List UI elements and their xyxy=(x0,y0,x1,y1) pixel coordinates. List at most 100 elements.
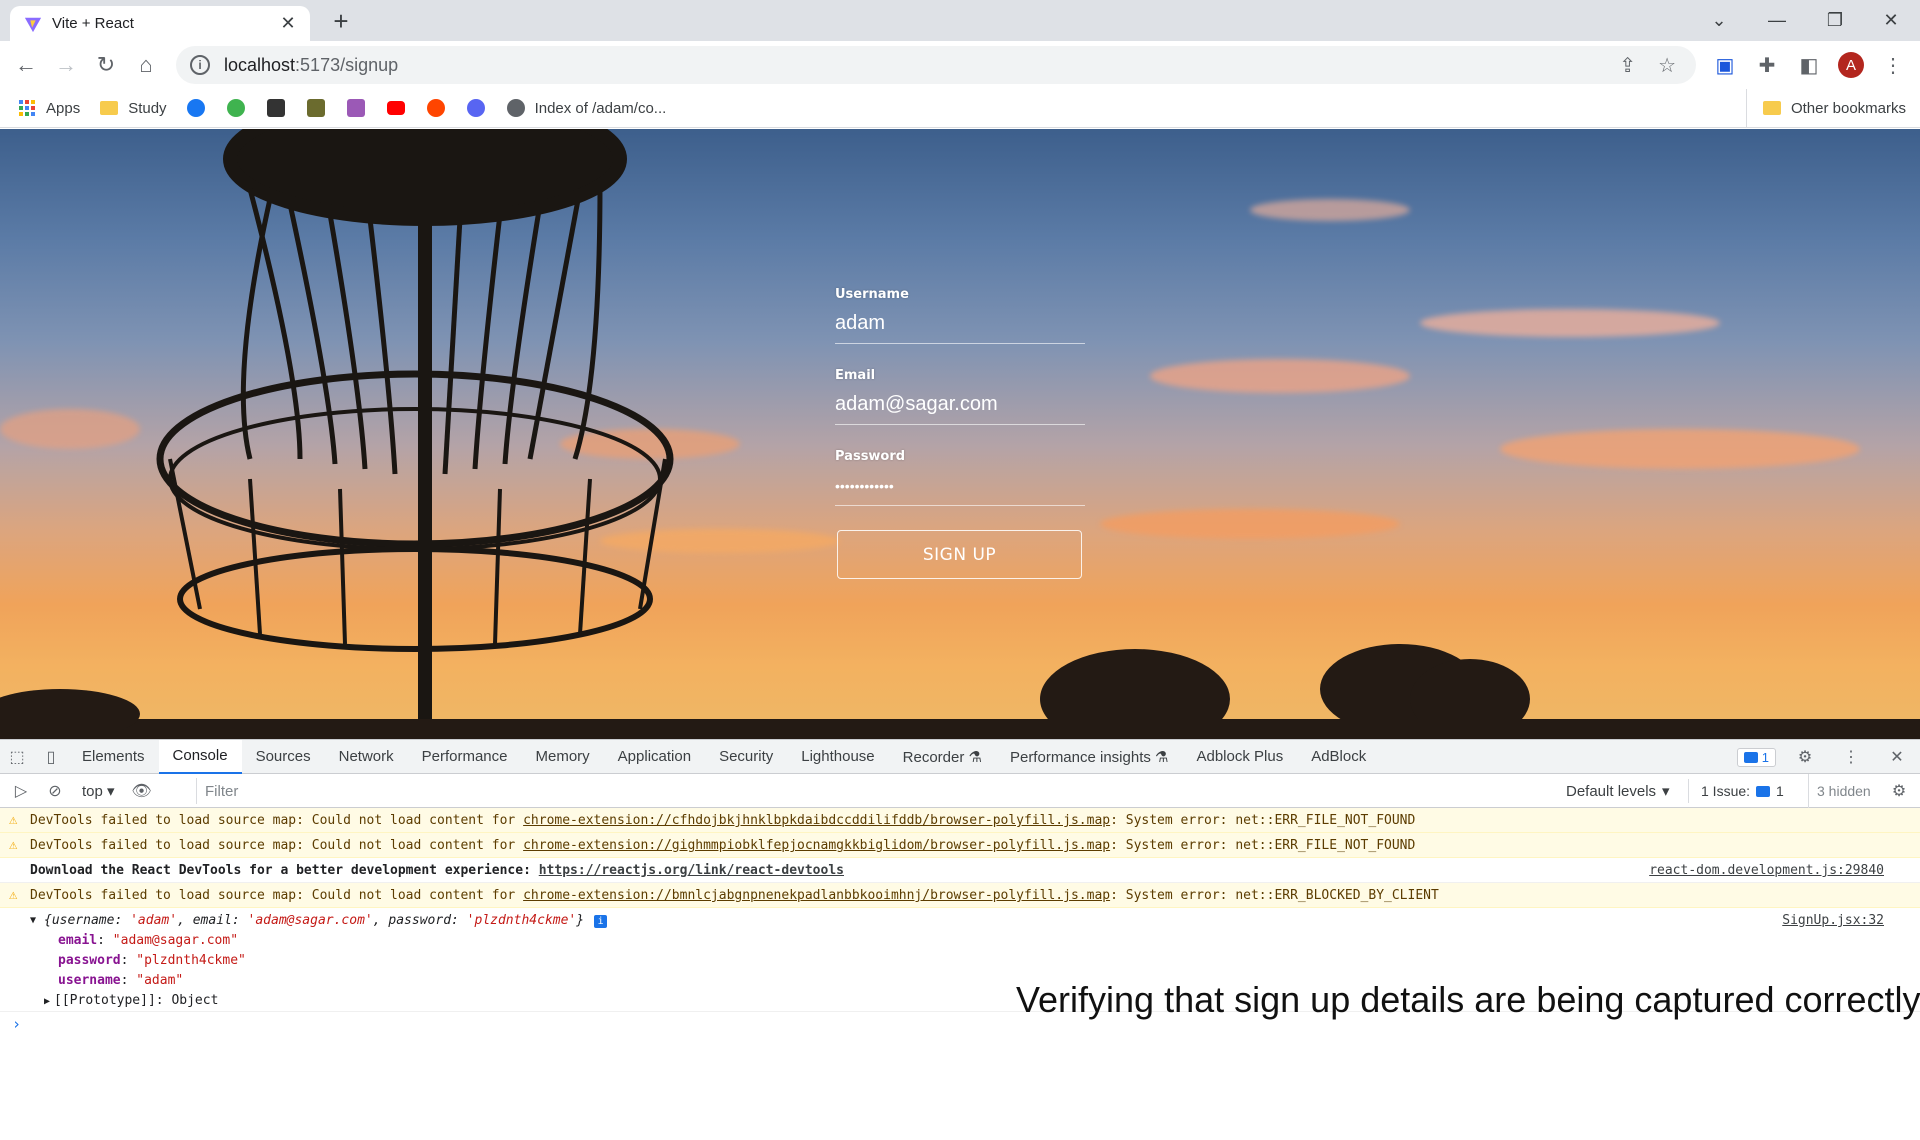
youtube-icon[interactable] xyxy=(386,101,405,115)
username-field-group: Username xyxy=(835,287,1085,368)
reload-icon[interactable]: ↻ xyxy=(86,45,126,85)
site-info-icon[interactable]: i xyxy=(190,55,210,75)
inspect-element-icon[interactable]: ⬚ xyxy=(0,740,34,774)
source-location-link[interactable]: react-dom.development.js:29840 xyxy=(1649,858,1884,883)
source-map-link[interactable]: chrome-extension://gighmmpiobklfepjocnam… xyxy=(523,838,1110,853)
messages-badge[interactable]: 1 xyxy=(1736,747,1776,767)
devtools-tab-sources[interactable]: Sources xyxy=(242,740,325,774)
source-location-link[interactable]: SignUp.jsx:32 xyxy=(1782,911,1884,931)
browser-menu-icon[interactable]: ⋮ xyxy=(1880,52,1906,78)
devtools-panel: ⬚ ▯ Elements Console Sources Network Perform… xyxy=(0,739,1920,1140)
bookmark-study[interactable]: Study xyxy=(100,100,167,117)
property-value: "adam@sagar.com" xyxy=(112,933,239,948)
devtools-tab-console[interactable]: Console xyxy=(158,739,242,774)
email-label: Email xyxy=(835,368,876,383)
facebook-icon[interactable] xyxy=(186,99,205,117)
settings-gear-icon[interactable]: ⚙ xyxy=(1788,740,1822,774)
back-arrow-icon[interactable]: ← xyxy=(6,45,46,85)
password-label: Password xyxy=(835,449,906,464)
browser-tab[interactable]: Vite + React ✕ xyxy=(10,6,310,41)
console-settings-gear-icon[interactable]: ⚙ xyxy=(1882,774,1916,808)
devtools-tabbar: ⬚ ▯ Elements Console Sources Network Perform… xyxy=(0,739,1920,774)
summary-password: 'plzdnth4ckme' xyxy=(466,913,577,928)
property-value: "plzdnth4ckme" xyxy=(136,953,246,968)
bookmark-apps[interactable]: Apps xyxy=(18,99,80,117)
bookmark-index-label: Index of /adam/co... xyxy=(534,99,667,117)
log-levels-dropdown[interactable]: Default levels ▾ xyxy=(1566,774,1670,808)
warning-error: : System error: net::ERR_FILE_NOT_FOUND xyxy=(1110,813,1416,828)
devtools-tab-recorder[interactable]: Recorder ⚗ xyxy=(889,740,996,774)
context-selector[interactable]: top ▾ xyxy=(82,782,115,800)
signup-button[interactable]: SIGN UP xyxy=(837,530,1082,579)
devtools-close-icon[interactable]: ✕ xyxy=(1880,740,1914,774)
console-info: Download the React DevTools for a better… xyxy=(0,858,1920,883)
vite-logo-icon xyxy=(24,17,42,32)
ninja-icon[interactable] xyxy=(306,99,325,117)
devtools-tab-lighthouse[interactable]: Lighthouse xyxy=(787,740,888,774)
vine-icon[interactable] xyxy=(226,99,245,117)
console-toolbar: ▷ ⊘ top ▾ 👁 Filter Default levels ▾ 1 Iss… xyxy=(0,774,1920,808)
screen: Vite + React ✕ + ⌄ — ❐ ✕ ← → ↻ ⌂ i local… xyxy=(0,0,1920,1140)
devtools-tab-application[interactable]: Application xyxy=(604,740,705,774)
issues-button[interactable]: 1 Issue: 1 xyxy=(1688,779,1784,803)
devtools-tab-network[interactable]: Network xyxy=(325,740,408,774)
home-icon[interactable]: ⌂ xyxy=(126,45,166,85)
restore-button[interactable]: ❐ xyxy=(1806,0,1864,41)
devtools-menu-icon[interactable]: ⋮ xyxy=(1834,740,1868,774)
clear-console-icon[interactable]: ⊘ xyxy=(38,774,72,808)
ghost-icon[interactable] xyxy=(266,99,285,117)
forward-arrow-icon[interactable]: → xyxy=(46,45,86,85)
other-bookmarks-label: Other bookmarks xyxy=(1790,99,1906,117)
expand-triangle-icon[interactable]: ▼ xyxy=(30,911,36,931)
live-expression-eye-icon[interactable]: 👁 xyxy=(125,774,159,808)
tab-search-icon[interactable]: ⌄ xyxy=(1690,0,1748,41)
source-map-link[interactable]: chrome-extension://bmnlcjabgnpnenekpadla… xyxy=(523,888,1110,903)
devtools-tab-adblock-plus[interactable]: Adblock Plus xyxy=(1182,740,1297,774)
source-map-link[interactable]: chrome-extension://cfhdojbkjhnklbpkdaibd… xyxy=(523,813,1110,828)
summary-open: {username: xyxy=(44,913,131,928)
devtools-tab-memory[interactable]: Memory xyxy=(522,740,604,774)
extensions-puzzle-icon[interactable]: ✚ xyxy=(1754,52,1780,78)
console-filter-input[interactable]: Filter xyxy=(196,778,1556,804)
devtools-tab-performance[interactable]: Performance xyxy=(408,740,522,774)
object-property: email: "adam@sagar.com" xyxy=(58,933,239,948)
console-warning: ⚠ DevTools failed to load source map: Co… xyxy=(0,883,1920,908)
object-summary[interactable]: ▼ {username: 'adam', email: 'adam@sagar.… xyxy=(0,911,1920,931)
warning-text: DevTools failed to load source map: Coul… xyxy=(30,888,524,903)
device-toolbar-icon[interactable]: ▯ xyxy=(34,740,68,774)
password-input[interactable] xyxy=(835,472,1085,506)
s-icon[interactable] xyxy=(346,99,365,117)
message-icon xyxy=(1743,751,1758,763)
devtools-tab-performance-insights[interactable]: Performance insights ⚗ xyxy=(996,740,1183,774)
extension-shield-icon[interactable]: ▣ xyxy=(1712,52,1738,78)
reddit-icon[interactable] xyxy=(426,99,445,117)
summary-email: 'adam@sagar.com' xyxy=(247,913,373,928)
filter-placeholder: Filter xyxy=(205,782,239,800)
side-panel-icon[interactable]: ◧ xyxy=(1796,52,1822,78)
devtools-tab-security[interactable]: Security xyxy=(705,740,787,774)
profile-avatar[interactable]: A xyxy=(1838,52,1864,78)
issues-count: 1 xyxy=(1776,783,1784,799)
address-bar[interactable]: i localhost:5173/signup ⇪ ☆ xyxy=(176,46,1696,84)
sidebar-toggle-icon[interactable]: ▷ xyxy=(4,774,38,808)
email-input[interactable] xyxy=(835,391,1085,425)
issue-icon xyxy=(1756,785,1771,797)
console-warning: ⚠ DevTools failed to load source map: Co… xyxy=(0,833,1920,858)
share-icon[interactable]: ⇪ xyxy=(1619,53,1636,78)
minimize-button[interactable]: — xyxy=(1748,0,1806,41)
info-icon[interactable]: i xyxy=(594,915,608,928)
email-field-group: Email xyxy=(835,368,1085,449)
other-bookmarks[interactable]: Other bookmarks xyxy=(1745,89,1906,127)
bookmark-index[interactable]: Index of /adam/co... xyxy=(506,99,667,117)
collapsed-triangle-icon[interactable]: ▶ xyxy=(44,996,50,1007)
close-window-button[interactable]: ✕ xyxy=(1862,0,1920,41)
levels-label: Default levels xyxy=(1566,782,1657,800)
devtools-tab-adblock[interactable]: AdBlock xyxy=(1297,740,1380,774)
tab-close-icon[interactable]: ✕ xyxy=(278,13,298,34)
bookmark-star-icon[interactable]: ☆ xyxy=(1658,53,1676,78)
react-devtools-link[interactable]: https://reactjs.org/link/react-devtools xyxy=(539,863,844,878)
devtools-tab-elements[interactable]: Elements xyxy=(68,740,159,774)
username-input[interactable] xyxy=(835,310,1085,344)
discord-icon[interactable] xyxy=(466,99,485,117)
new-tab-button[interactable]: + xyxy=(326,7,356,37)
